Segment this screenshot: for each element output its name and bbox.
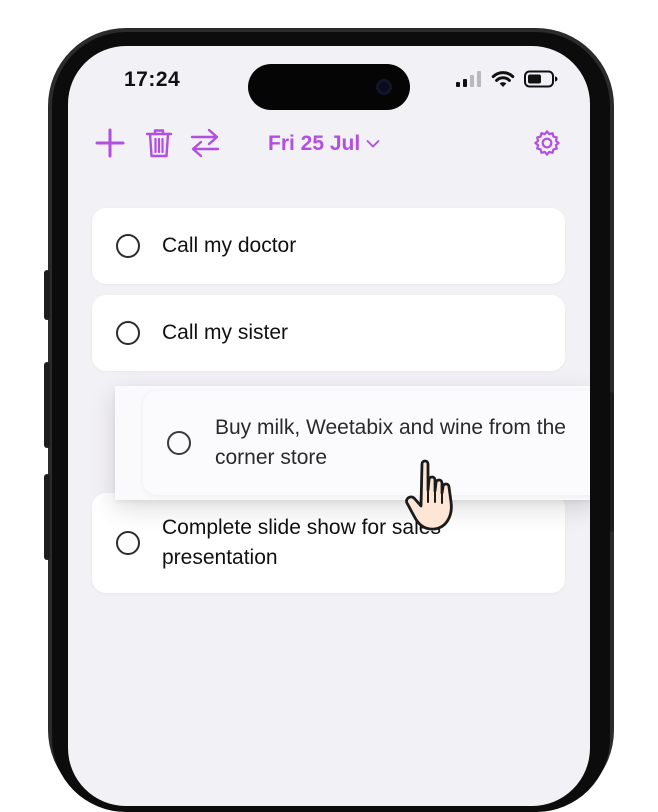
- status-time: 17:24: [124, 68, 181, 91]
- status-icons: [456, 70, 558, 88]
- battery-icon: [524, 70, 558, 88]
- date-picker[interactable]: Fri 25 Jul: [268, 130, 380, 158]
- camera-icon: [376, 79, 392, 95]
- app-screen: 17:24 Fri 25 Jul Call my doctor Call my …: [68, 46, 590, 806]
- task-checkbox[interactable]: [167, 431, 191, 455]
- wifi-icon: [491, 71, 515, 87]
- phone-side-button: [44, 270, 50, 320]
- hand-pointer-icon: [405, 459, 453, 531]
- plus-icon: [95, 128, 125, 158]
- task-item[interactable]: Call my doctor: [92, 208, 565, 284]
- task-checkbox[interactable]: [116, 321, 140, 345]
- task-item[interactable]: Complete slide show for sales presentati…: [92, 493, 565, 593]
- trash-icon: [145, 129, 173, 158]
- task-title: Call my sister: [162, 321, 289, 344]
- gear-icon: [534, 130, 560, 156]
- phone-side-button: [44, 362, 50, 448]
- add-task-button[interactable]: [93, 126, 127, 160]
- task-checkbox[interactable]: [116, 234, 140, 258]
- task-item[interactable]: Call my sister: [92, 295, 565, 371]
- settings-button[interactable]: [530, 126, 564, 160]
- cellular-signal-icon: [456, 71, 481, 87]
- dynamic-island: [248, 64, 410, 110]
- phone-side-button: [44, 474, 50, 560]
- date-label: Fri 25 Jul: [268, 132, 361, 155]
- dragging-task-item[interactable]: Buy milk, Weetabix and wine from the cor…: [143, 391, 590, 495]
- reorder-button[interactable]: [188, 126, 222, 160]
- delete-button[interactable]: [142, 126, 176, 160]
- task-title: Buy milk, Weetabix and wine from the cor…: [215, 416, 566, 469]
- task-checkbox[interactable]: [116, 531, 140, 555]
- task-title: Call my doctor: [162, 234, 297, 257]
- chevron-down-icon: [366, 140, 380, 148]
- swap-arrows-icon: [190, 128, 220, 158]
